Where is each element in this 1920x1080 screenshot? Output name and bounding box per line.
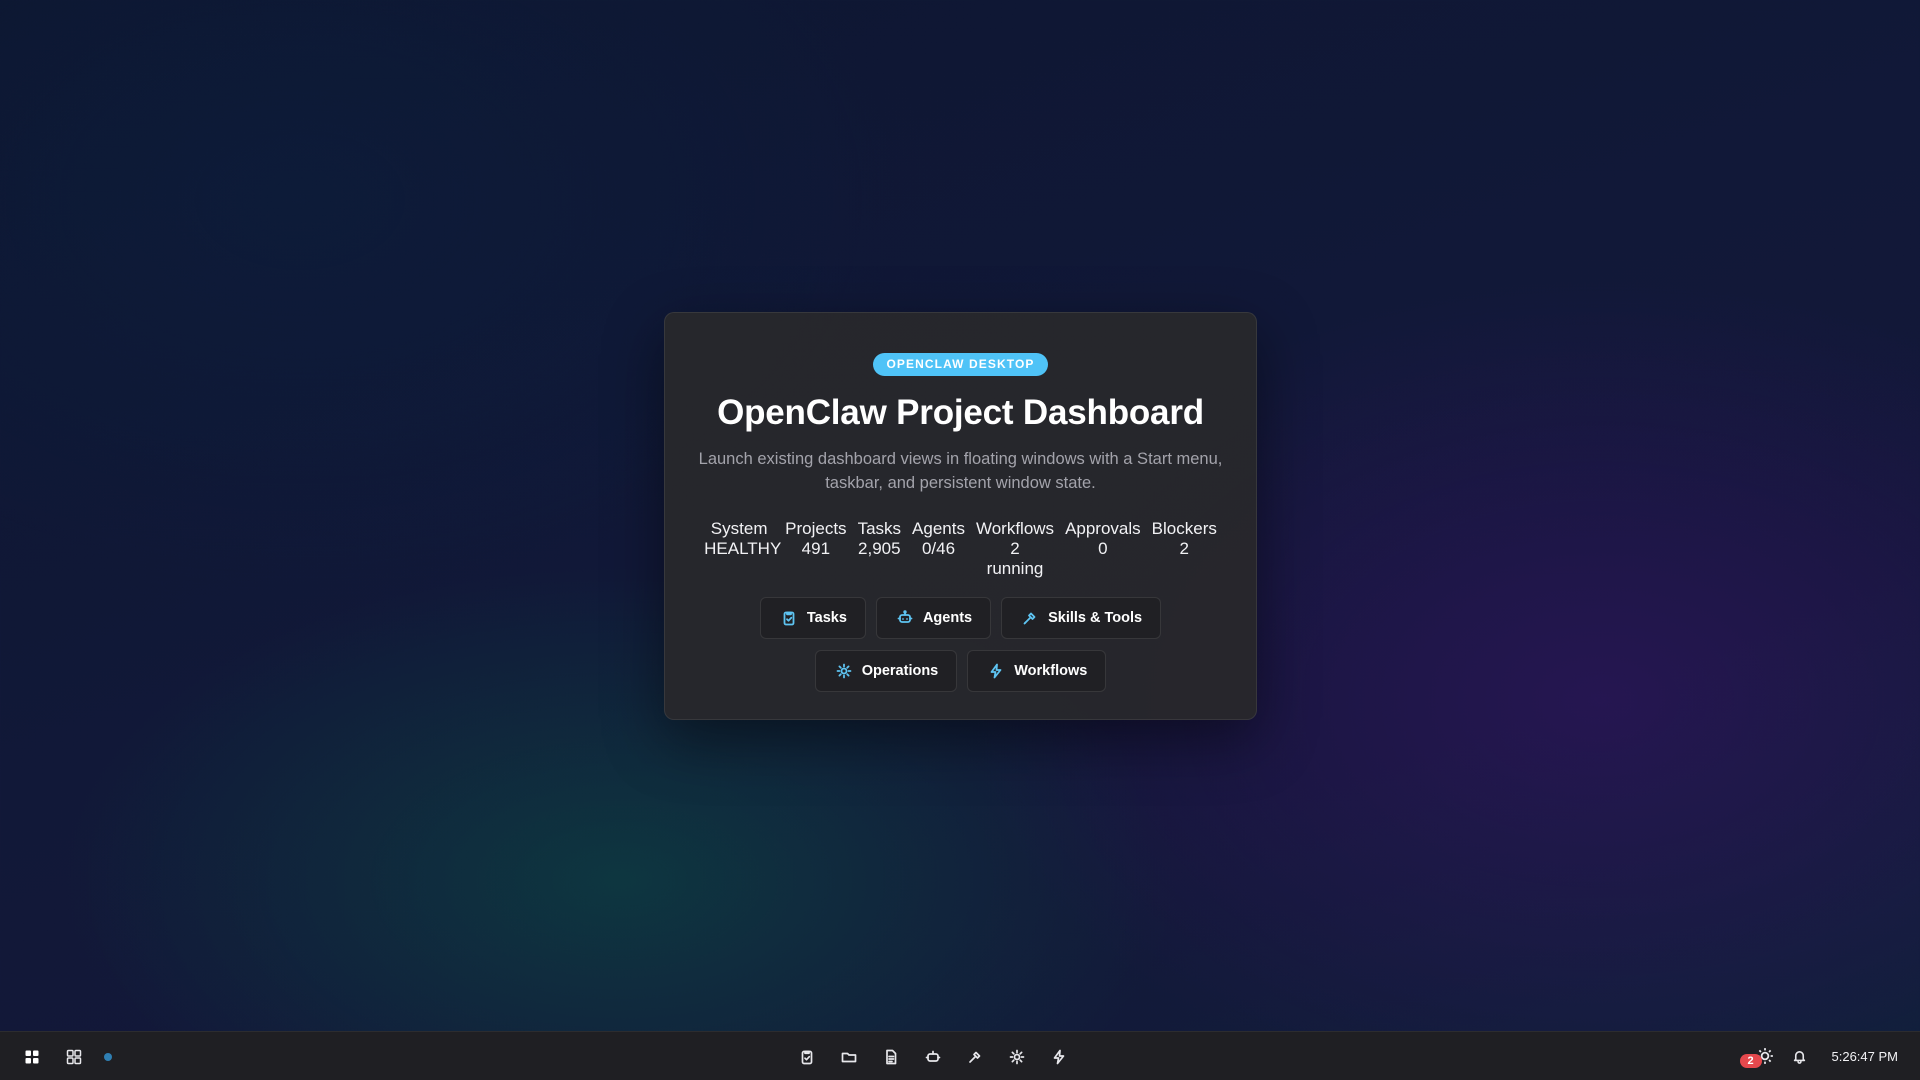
app-badge: OPENCLAW DESKTOP	[873, 353, 1048, 376]
taskbar-operations[interactable]	[1005, 1045, 1029, 1069]
stat-value: 491	[801, 539, 831, 558]
taskbar-tasks[interactable]	[795, 1045, 819, 1069]
stat-label: Projects	[785, 519, 847, 538]
taskbar-apps	[795, 1032, 1071, 1080]
stat-value: 2	[1179, 539, 1189, 558]
clipboard-check-icon	[801, 1050, 813, 1064]
weather-tray-button[interactable]: 2	[1739, 1045, 1774, 1069]
stat-projects: Projects 491	[785, 519, 846, 579]
taskbar-agents[interactable]	[921, 1045, 945, 1069]
agents-button[interactable]: Agents	[875, 597, 992, 639]
notifications-button[interactable]	[1788, 1045, 1812, 1069]
launcher-card: OPENCLAW DESKTOP OpenClaw Project Dashbo…	[664, 312, 1257, 720]
taskbar: 2 5:26:47 PM	[0, 1031, 1920, 1080]
system-tray: 2 5:26:47 PM	[1739, 1032, 1899, 1080]
skills-tools-button-label: Skills & Tools	[1048, 610, 1143, 626]
taskbar-projects[interactable]	[837, 1045, 861, 1069]
taskbar-clock[interactable]: 5:26:47 PM	[1832, 1049, 1899, 1064]
stat-value: 2,905	[858, 539, 901, 558]
start-menu-button[interactable]	[20, 1045, 44, 1069]
stat-agents: Agents 0/46	[912, 519, 965, 579]
stat-label: Approvals	[1065, 519, 1141, 538]
page-title: OpenClaw Project Dashboard	[717, 393, 1204, 432]
lightning-icon	[1053, 1049, 1065, 1064]
tasks-button[interactable]: Tasks	[759, 597, 866, 639]
robot-icon	[925, 1050, 941, 1062]
stat-label: Tasks	[857, 519, 902, 538]
stat-label: Blockers	[1151, 519, 1217, 538]
stat-value: 0/46	[921, 539, 956, 558]
gear-icon	[1009, 1049, 1025, 1064]
taskbar-left	[20, 1032, 112, 1080]
gear-icon	[836, 663, 852, 679]
notification-count-badge: 2	[1739, 1053, 1762, 1068]
stat-value: 2 running	[986, 539, 1044, 578]
workflows-button-label: Workflows	[1014, 663, 1088, 679]
wrench-icon	[969, 1051, 981, 1063]
bell-icon	[1793, 1051, 1806, 1064]
status-dot	[104, 1052, 112, 1061]
stat-workflows: Workflows 2 running	[976, 519, 1054, 579]
app-grid-icon	[66, 1049, 82, 1064]
start-menu-icon	[25, 1050, 39, 1063]
taskbar-workflows[interactable]	[1047, 1045, 1071, 1069]
stat-blockers: Blockers 2	[1152, 519, 1217, 579]
clipboard-check-icon	[783, 611, 795, 626]
stat-label: Workflows	[975, 519, 1055, 538]
robot-icon	[897, 610, 913, 623]
stat-value: HEALTHY	[704, 539, 782, 558]
wrench-icon	[1023, 612, 1036, 625]
stat-tasks: Tasks 2,905	[858, 519, 901, 579]
stat-value: 0	[1098, 539, 1108, 558]
stat-system: System HEALTHY	[704, 519, 782, 579]
launch-buttons-row-1: Tasks Agents Skills & Tools	[759, 597, 1162, 639]
stats-row: System HEALTHY Projects 491 Tasks 2,905 …	[704, 519, 1217, 579]
folder-icon	[841, 1052, 857, 1062]
page-subtitle: Launch existing dashboard views in float…	[698, 450, 1223, 492]
taskbar-documents[interactable]	[879, 1045, 903, 1069]
lightning-icon	[990, 663, 1002, 679]
operations-button[interactable]: Operations	[814, 650, 958, 692]
agents-button-label: Agents	[922, 610, 973, 626]
workflows-button[interactable]: Workflows	[967, 650, 1107, 692]
stat-approvals: Approvals 0	[1065, 519, 1141, 579]
document-icon	[886, 1049, 897, 1064]
skills-tools-button[interactable]: Skills & Tools	[1001, 597, 1162, 639]
operations-button-label: Operations	[861, 663, 939, 679]
stat-label: System	[710, 519, 768, 538]
stat-label: Agents	[912, 519, 965, 538]
app-grid-button[interactable]	[62, 1045, 86, 1069]
launch-buttons-row-2: Operations Workflows	[814, 650, 1107, 692]
taskbar-skills-tools[interactable]	[963, 1045, 987, 1069]
tasks-button-label: Tasks	[806, 610, 847, 626]
